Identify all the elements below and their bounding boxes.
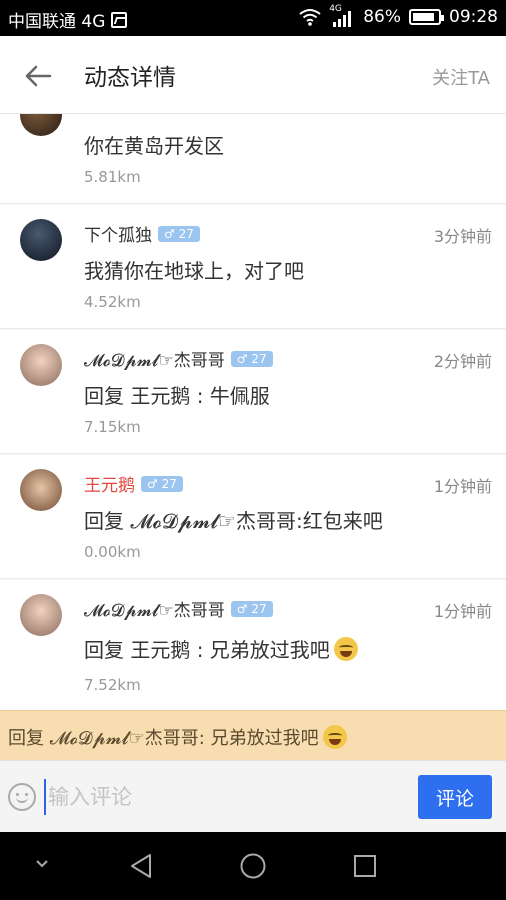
status-bar: 中国联通 4G 4G 86% 09:28 (0, 0, 506, 36)
chevron-down-icon[interactable] (34, 858, 50, 870)
comment-text-content: 回复 王元鹅 : 兄弟放过我吧 (84, 638, 330, 662)
follow-button[interactable]: 关注TA (432, 64, 490, 90)
submit-comment-button[interactable]: 评论 (418, 775, 492, 819)
avatar[interactable] (20, 114, 62, 136)
comment-header: 𝓜𝓸𝓓𝓹𝓶𝓵☞杰哥哥 ♂ 27 (84, 346, 273, 371)
comment-header: 王元鹅 ♂ 27 (84, 471, 183, 496)
reply-target-label: 回复 𝓜𝓸𝓓𝓹𝓶𝓵☞杰哥哥: 兄弟放过我吧 (8, 728, 319, 749)
comment-list[interactable]: 你在黄岛开发区 5.81km 下个孤独 ♂ 27 3分钟前 我猜你在地球上，对了… (0, 114, 506, 710)
header: 动态详情 关注TA (0, 36, 506, 114)
list-item: 𝓜𝓸𝓓𝓹𝓶𝓵☞杰哥哥 ♂ 27 2分钟前 回复 王元鹅 : 牛佩服 7.15km (0, 330, 506, 454)
list-item: 𝓜𝓸𝓓𝓹𝓶𝓵☞杰哥哥 ♂ 27 1分钟前 回复 王元鹅 : 兄弟放过我吧 7.5… (0, 580, 506, 710)
comment-header: 𝓜𝓸𝓓𝓹𝓶𝓵☞杰哥哥 ♂ 27 (84, 596, 273, 621)
username[interactable]: 𝓜𝓸𝓓𝓹𝓶𝓵☞杰哥哥 (84, 596, 225, 621)
back-triangle-icon[interactable] (128, 852, 154, 880)
back-arrow-icon[interactable] (22, 60, 54, 92)
username[interactable]: 下个孤独 (84, 221, 152, 246)
comment-distance: 7.15km (84, 418, 141, 436)
comment-time: 1分钟前 (433, 477, 492, 496)
list-item: 王元鹅 ♂ 27 1分钟前 回复 𝓜𝓸𝓓𝓹𝓶𝓵☞杰哥哥:红包来吧 0.00km (0, 455, 506, 579)
clock: 09:28 (449, 7, 498, 27)
list-item: 下个孤独 ♂ 27 3分钟前 我猜你在地球上，对了吧 4.52km (0, 205, 506, 329)
battery-icon (409, 9, 444, 25)
comment-distance: 4.52km (84, 293, 141, 311)
comment-header: 下个孤独 ♂ 27 (84, 221, 200, 246)
username[interactable]: 𝓜𝓸𝓓𝓹𝓶𝓵☞杰哥哥 (84, 346, 225, 371)
emoji-picker-icon[interactable] (8, 783, 36, 811)
avatar[interactable] (20, 594, 62, 636)
page-title: 动态详情 (84, 65, 176, 91)
battery-percent: 86% (363, 7, 401, 27)
recents-square-icon[interactable] (352, 852, 378, 880)
comment-input-bar: 评论 (0, 760, 506, 832)
username[interactable]: 王元鹅 (84, 471, 135, 496)
comment-text: 回复 𝓜𝓸𝓓𝓹𝓶𝓵☞杰哥哥:红包来吧 (84, 509, 383, 533)
comment-distance: 0.00km (84, 543, 141, 561)
gender-age-badge: ♂ 27 (141, 475, 183, 492)
avatar[interactable] (20, 344, 62, 386)
comment-text: 回复 王元鹅 : 牛佩服 (84, 384, 270, 408)
carrier-label: 中国联通 4G (8, 12, 106, 32)
comment-text: 回复 王元鹅 : 兄弟放过我吧 (84, 634, 358, 663)
comment-input[interactable] (44, 779, 404, 815)
home-circle-icon[interactable] (239, 852, 267, 880)
laughing-emoji-icon (322, 725, 347, 749)
gender-age-badge: ♂ 27 (230, 350, 273, 367)
avatar[interactable] (20, 469, 62, 511)
comment-text: 你在黄岛开发区 (84, 134, 224, 158)
reply-target-text: 回复 𝓜𝓸𝓓𝓹𝓶𝓵☞杰哥哥: 兄弟放过我吧 (8, 724, 347, 750)
app-screen: 动态详情 关注TA 你在黄岛开发区 5.81km 下个孤独 ♂ 27 3分钟前 … (0, 36, 506, 832)
comment-time: 3分钟前 (433, 227, 492, 246)
comment-time: 2分钟前 (433, 352, 492, 371)
gender-age-badge: ♂ 27 (230, 600, 273, 617)
system-nav-bar (0, 832, 506, 900)
reply-target-bar[interactable]: 回复 𝓜𝓸𝓓𝓹𝓶𝓵☞杰哥哥: 兄弟放过我吧 (0, 710, 506, 760)
avatar[interactable] (20, 219, 62, 261)
comment-distance: 5.81km (84, 168, 141, 186)
laughing-emoji-icon (333, 636, 358, 661)
image-notification-icon (111, 11, 128, 28)
wifi-icon (299, 9, 321, 26)
list-item: 你在黄岛开发区 5.81km (0, 114, 506, 204)
gender-age-badge: ♂ 27 (158, 225, 200, 242)
comment-distance: 7.52km (84, 676, 141, 694)
signal-icon: 4G (329, 4, 355, 27)
comment-time: 1分钟前 (433, 602, 492, 621)
comment-text: 我猜你在地球上，对了吧 (84, 259, 304, 283)
